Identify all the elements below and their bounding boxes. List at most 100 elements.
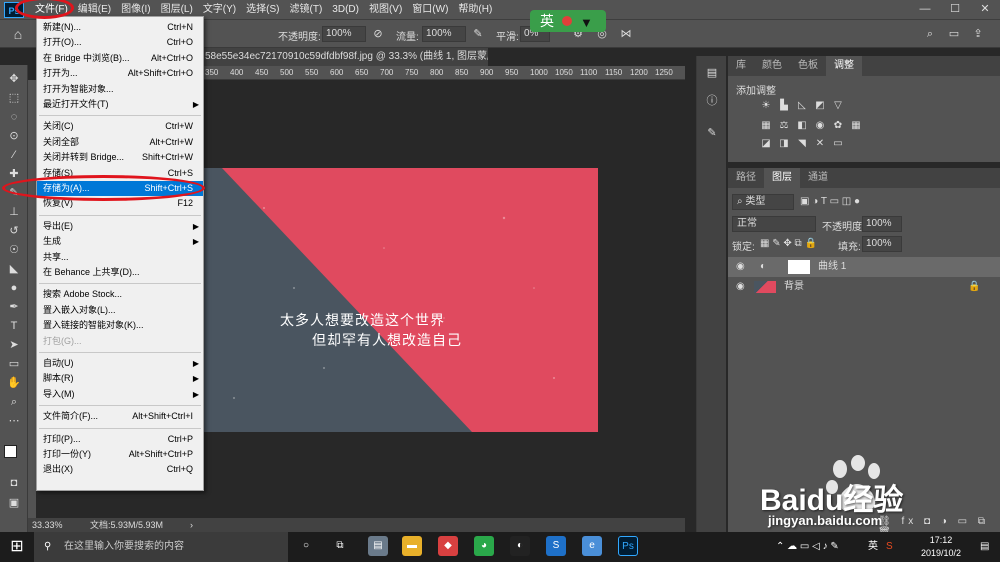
cortana-icon[interactable]: ○	[296, 536, 316, 556]
hand-tool-icon[interactable]: ✋	[6, 375, 22, 391]
file-menu-item[interactable]: 文件简介(F)... Alt+Shift+Ctrl+I	[37, 409, 203, 424]
hue-saturation-icon[interactable]: ▦	[760, 120, 772, 132]
file-menu-item[interactable]: 关闭并转到 Bridge... Shift+Ctrl+W	[37, 150, 203, 165]
tray-sogou-icon[interactable]: S	[886, 532, 893, 562]
tab-color[interactable]: 颜色	[754, 56, 790, 76]
file-menu-item[interactable]: 打开为... Alt+Shift+Ctrl+O	[37, 66, 203, 81]
menu-type[interactable]: 文字(Y)	[198, 0, 241, 19]
menu-filter[interactable]: 滤镜(T)	[285, 0, 328, 19]
ime-indicator[interactable]: 英 ▼	[530, 10, 606, 32]
clock[interactable]: 17:12 2019/10/2	[912, 534, 970, 560]
browser-icon[interactable]: e	[582, 536, 602, 556]
opacity-field[interactable]: 100%	[322, 26, 366, 42]
taskbar-search[interactable]: ⚲ 在这里输入你要搜索的内容	[34, 532, 288, 562]
layer-filter-select[interactable]: ⌕ 类型	[732, 194, 794, 210]
close-button[interactable]: ✕	[970, 0, 1000, 19]
tab-adjustments[interactable]: 调整	[826, 56, 862, 76]
vibrance-icon[interactable]: ▽	[832, 100, 844, 112]
foreground-color-swatch[interactable]	[4, 445, 17, 458]
file-menu-item[interactable]: 新建(N)... Ctrl+N	[37, 20, 203, 35]
color-balance-icon[interactable]: ⚖	[778, 120, 790, 132]
exposure-icon[interactable]: ◩	[814, 100, 826, 112]
sogou-icon[interactable]: S	[546, 536, 566, 556]
threshold-icon[interactable]: ◥	[796, 138, 808, 150]
photoshop-taskbar-icon[interactable]: Ps	[618, 536, 638, 556]
zoom-tool-icon[interactable]: ⌕	[6, 394, 22, 410]
pressure-opacity-icon[interactable]: ⊘	[370, 26, 386, 42]
layer-mask-thumbnail[interactable]	[788, 260, 810, 274]
info-panel-icon[interactable]: ⓘ	[704, 92, 720, 108]
tray-icons[interactable]: ⌃ ☁ ▭ ◁ ♪ ✎	[776, 532, 839, 562]
layer-opacity-field[interactable]: 100%	[862, 216, 902, 232]
marquee-tool-icon[interactable]: ⬚	[6, 90, 22, 106]
zoom-level[interactable]: 33.33%	[32, 518, 63, 532]
file-menu-item[interactable]: 打开为智能对象...	[37, 82, 203, 97]
blend-mode-select[interactable]: 正常	[732, 216, 816, 232]
black-white-icon[interactable]: ◧	[796, 120, 808, 132]
tab-channels[interactable]: 通道	[800, 168, 836, 188]
artwork-image[interactable]: 太多人想要改造这个世界 但却罕有人想改造自己	[204, 168, 598, 432]
fill-field[interactable]: 100%	[862, 236, 902, 252]
visibility-eye-icon[interactable]: ◉	[736, 257, 745, 277]
layer-row-curves[interactable]: ◉ ◐ 曲线 1	[728, 257, 1000, 277]
invert-icon[interactable]: ◪	[760, 138, 772, 150]
file-menu-item[interactable]: 导出(E) ▶	[37, 219, 203, 234]
stamp-tool-icon[interactable]: ⊥	[6, 204, 22, 220]
rectangle-tool-icon[interactable]: ▭	[6, 356, 22, 372]
lock-icons[interactable]: ▦ ✎ ✥ ⧉ 🔒	[760, 238, 817, 249]
photo-filter-icon[interactable]: ◉	[814, 120, 826, 132]
file-menu-item[interactable]: 最近打开文件(T) ▶	[37, 97, 203, 112]
quick-select-tool-icon[interactable]: ⊙	[6, 128, 22, 144]
posterize-icon[interactable]: ◨	[778, 138, 790, 150]
history-brush-tool-icon[interactable]: ↺	[6, 223, 22, 239]
layer-row-background[interactable]: ◉ 背景 🔒	[728, 277, 1000, 297]
lasso-tool-icon[interactable]: ◌	[6, 109, 22, 125]
tab-paths[interactable]: 路径	[728, 168, 764, 188]
symmetry-butterfly-icon[interactable]: ⋈	[618, 26, 634, 42]
curves-icon[interactable]: ◺	[796, 100, 808, 112]
brush-settings-icon[interactable]: ✎	[704, 126, 720, 142]
file-menu-item[interactable]: 在 Behance 上共享(D)...	[37, 265, 203, 280]
maximize-button[interactable]: ☐	[940, 0, 970, 19]
smudge-tool-icon[interactable]: ☉	[6, 242, 22, 258]
file-menu-item[interactable]: 导入(M) ▶	[37, 387, 203, 402]
quick-mask-icon[interactable]: ◘	[6, 475, 22, 491]
channel-mixer-icon[interactable]: ✿	[832, 120, 844, 132]
document-tab[interactable]: 58e55e34ec72170910c59dfdbf98f.jpg @ 33.3…	[203, 48, 488, 66]
menu-3d[interactable]: 3D(D)	[327, 0, 364, 19]
minimize-button[interactable]: —	[910, 0, 940, 19]
home-icon[interactable]: ⌂	[10, 26, 26, 42]
file-menu-item[interactable]: 自动(U) ▶	[37, 356, 203, 371]
share-icon[interactable]: ⇪	[970, 26, 986, 42]
dodge-tool-icon[interactable]: ●	[6, 280, 22, 296]
screen-mode-icon[interactable]: ▣	[6, 495, 22, 511]
file-menu-item[interactable]: 打开(O)... Ctrl+O	[37, 35, 203, 50]
file-menu-item[interactable]: 退出(X) Ctrl+Q	[37, 462, 203, 477]
status-menu-arrow-icon[interactable]: ›	[190, 518, 193, 532]
tray-ime[interactable]: 英	[868, 532, 878, 562]
notification-icon[interactable]: ▤	[980, 532, 989, 562]
game-app-icon[interactable]: ◆	[438, 536, 458, 556]
file-menu-item[interactable]: 搜索 Adobe Stock...	[37, 287, 203, 302]
airbrush-icon[interactable]: ✎	[470, 26, 486, 42]
wechat-icon[interactable]: ◕	[474, 536, 494, 556]
gradient-map-icon[interactable]: ▭	[832, 138, 844, 150]
menu-view[interactable]: 视图(V)	[364, 0, 407, 19]
file-menu-item[interactable]: 共享...	[37, 250, 203, 265]
menu-select[interactable]: 选择(S)	[241, 0, 284, 19]
menu-help[interactable]: 帮助(H)	[453, 0, 497, 19]
selective-color-icon[interactable]: ✕	[814, 138, 826, 150]
paint-bucket-tool-icon[interactable]: ◣	[6, 261, 22, 277]
file-menu-item[interactable]: 关闭(C) Ctrl+W	[37, 119, 203, 134]
move-tool-icon[interactable]: ✥	[6, 71, 22, 87]
file-explorer-icon[interactable]: ▬	[402, 536, 422, 556]
flow-field[interactable]: 100%	[422, 26, 466, 42]
file-menu-item[interactable]: 置入嵌入对象(L)...	[37, 303, 203, 318]
eyedropper-tool-icon[interactable]: ⁄	[6, 147, 22, 163]
qq-icon[interactable]: ◐	[510, 536, 530, 556]
layer-filter-icons[interactable]: ▣ ◑ T ▭ ◫ ●	[800, 196, 860, 207]
tab-layers[interactable]: 图层	[764, 168, 800, 188]
workspace-icon[interactable]: ▭	[946, 26, 962, 42]
tab-swatches[interactable]: 色板	[790, 56, 826, 76]
file-menu-item[interactable]: 关闭全部 Alt+Ctrl+W	[37, 135, 203, 150]
